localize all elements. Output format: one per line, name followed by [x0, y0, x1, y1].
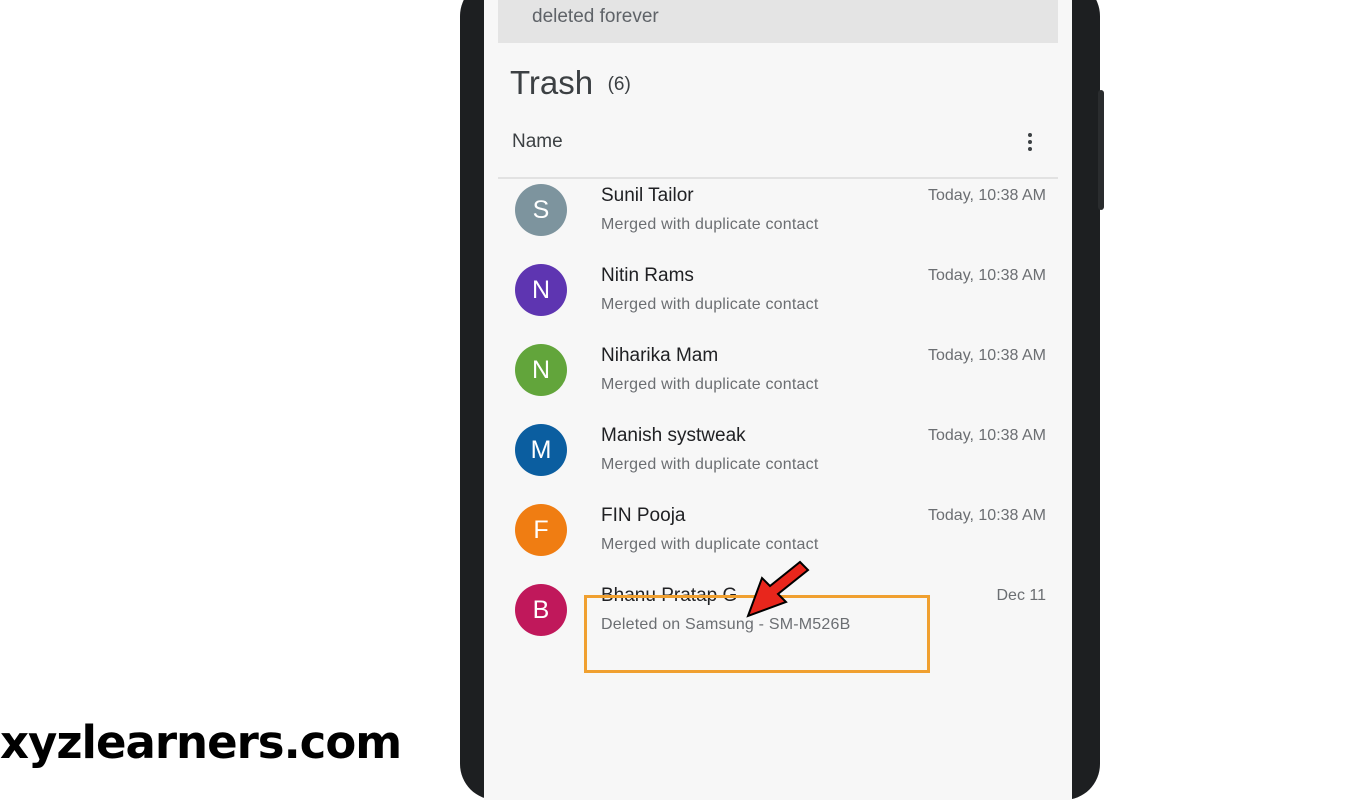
- avatar: S: [515, 184, 567, 236]
- contact-detail: Merged with duplicate contact: [601, 376, 819, 393]
- contact-detail: Merged with duplicate contact: [601, 456, 819, 473]
- watermark: xyzlearners.com: [0, 716, 402, 769]
- contact-time: Today, 10:38 AM: [928, 427, 1046, 444]
- contact-detail: Merged with duplicate contact: [601, 296, 819, 313]
- contact-row-3[interactable]: M Manish systweak Merged with duplicate …: [484, 420, 1072, 500]
- contact-time: Today, 10:38 AM: [928, 507, 1046, 524]
- contact-detail: Merged with duplicate contact: [601, 536, 819, 553]
- contact-name: Niharika Mam: [601, 345, 719, 366]
- contact-time: Dec 11: [996, 587, 1046, 604]
- sort-by-name-button[interactable]: Name: [512, 131, 563, 153]
- power-button: [1098, 150, 1104, 210]
- contact-name: Nitin Rams: [601, 265, 694, 286]
- contact-time: Today, 10:38 AM: [928, 347, 1046, 364]
- contact-time: Today, 10:38 AM: [928, 187, 1046, 204]
- contact-name: Manish systweak: [601, 425, 746, 446]
- avatar: N: [515, 264, 567, 316]
- contact-row-1[interactable]: N Nitin Rams Merged with duplicate conta…: [484, 260, 1072, 340]
- contact-row-0[interactable]: S Sunil Tailor Merged with duplicate con…: [484, 180, 1072, 260]
- contact-name: Sunil Tailor: [601, 185, 694, 206]
- red-arrow-icon: [746, 560, 810, 618]
- avatar: N: [515, 344, 567, 396]
- contact-row-2[interactable]: N Niharika Mam Merged with duplicate con…: [484, 340, 1072, 420]
- page-title-row: Trash (6): [510, 64, 631, 102]
- divider: [498, 177, 1058, 179]
- more-options-icon[interactable]: [1018, 130, 1042, 154]
- avatar: F: [515, 504, 567, 556]
- avatar: B: [515, 584, 567, 636]
- contact-time: Today, 10:38 AM: [928, 267, 1046, 284]
- contact-detail: Merged with duplicate contact: [601, 216, 819, 233]
- trash-count: (6): [607, 74, 631, 95]
- contact-name: FIN Pooja: [601, 505, 686, 526]
- page-title: Trash: [510, 64, 594, 101]
- phone-frame: deleted forever Trash (6) Name S Sunil T…: [460, 0, 1104, 800]
- avatar: M: [515, 424, 567, 476]
- banner-text: deleted forever: [532, 6, 659, 27]
- contacts-trash-screen: deleted forever Trash (6) Name S Sunil T…: [484, 0, 1072, 800]
- info-banner: deleted forever: [498, 0, 1058, 43]
